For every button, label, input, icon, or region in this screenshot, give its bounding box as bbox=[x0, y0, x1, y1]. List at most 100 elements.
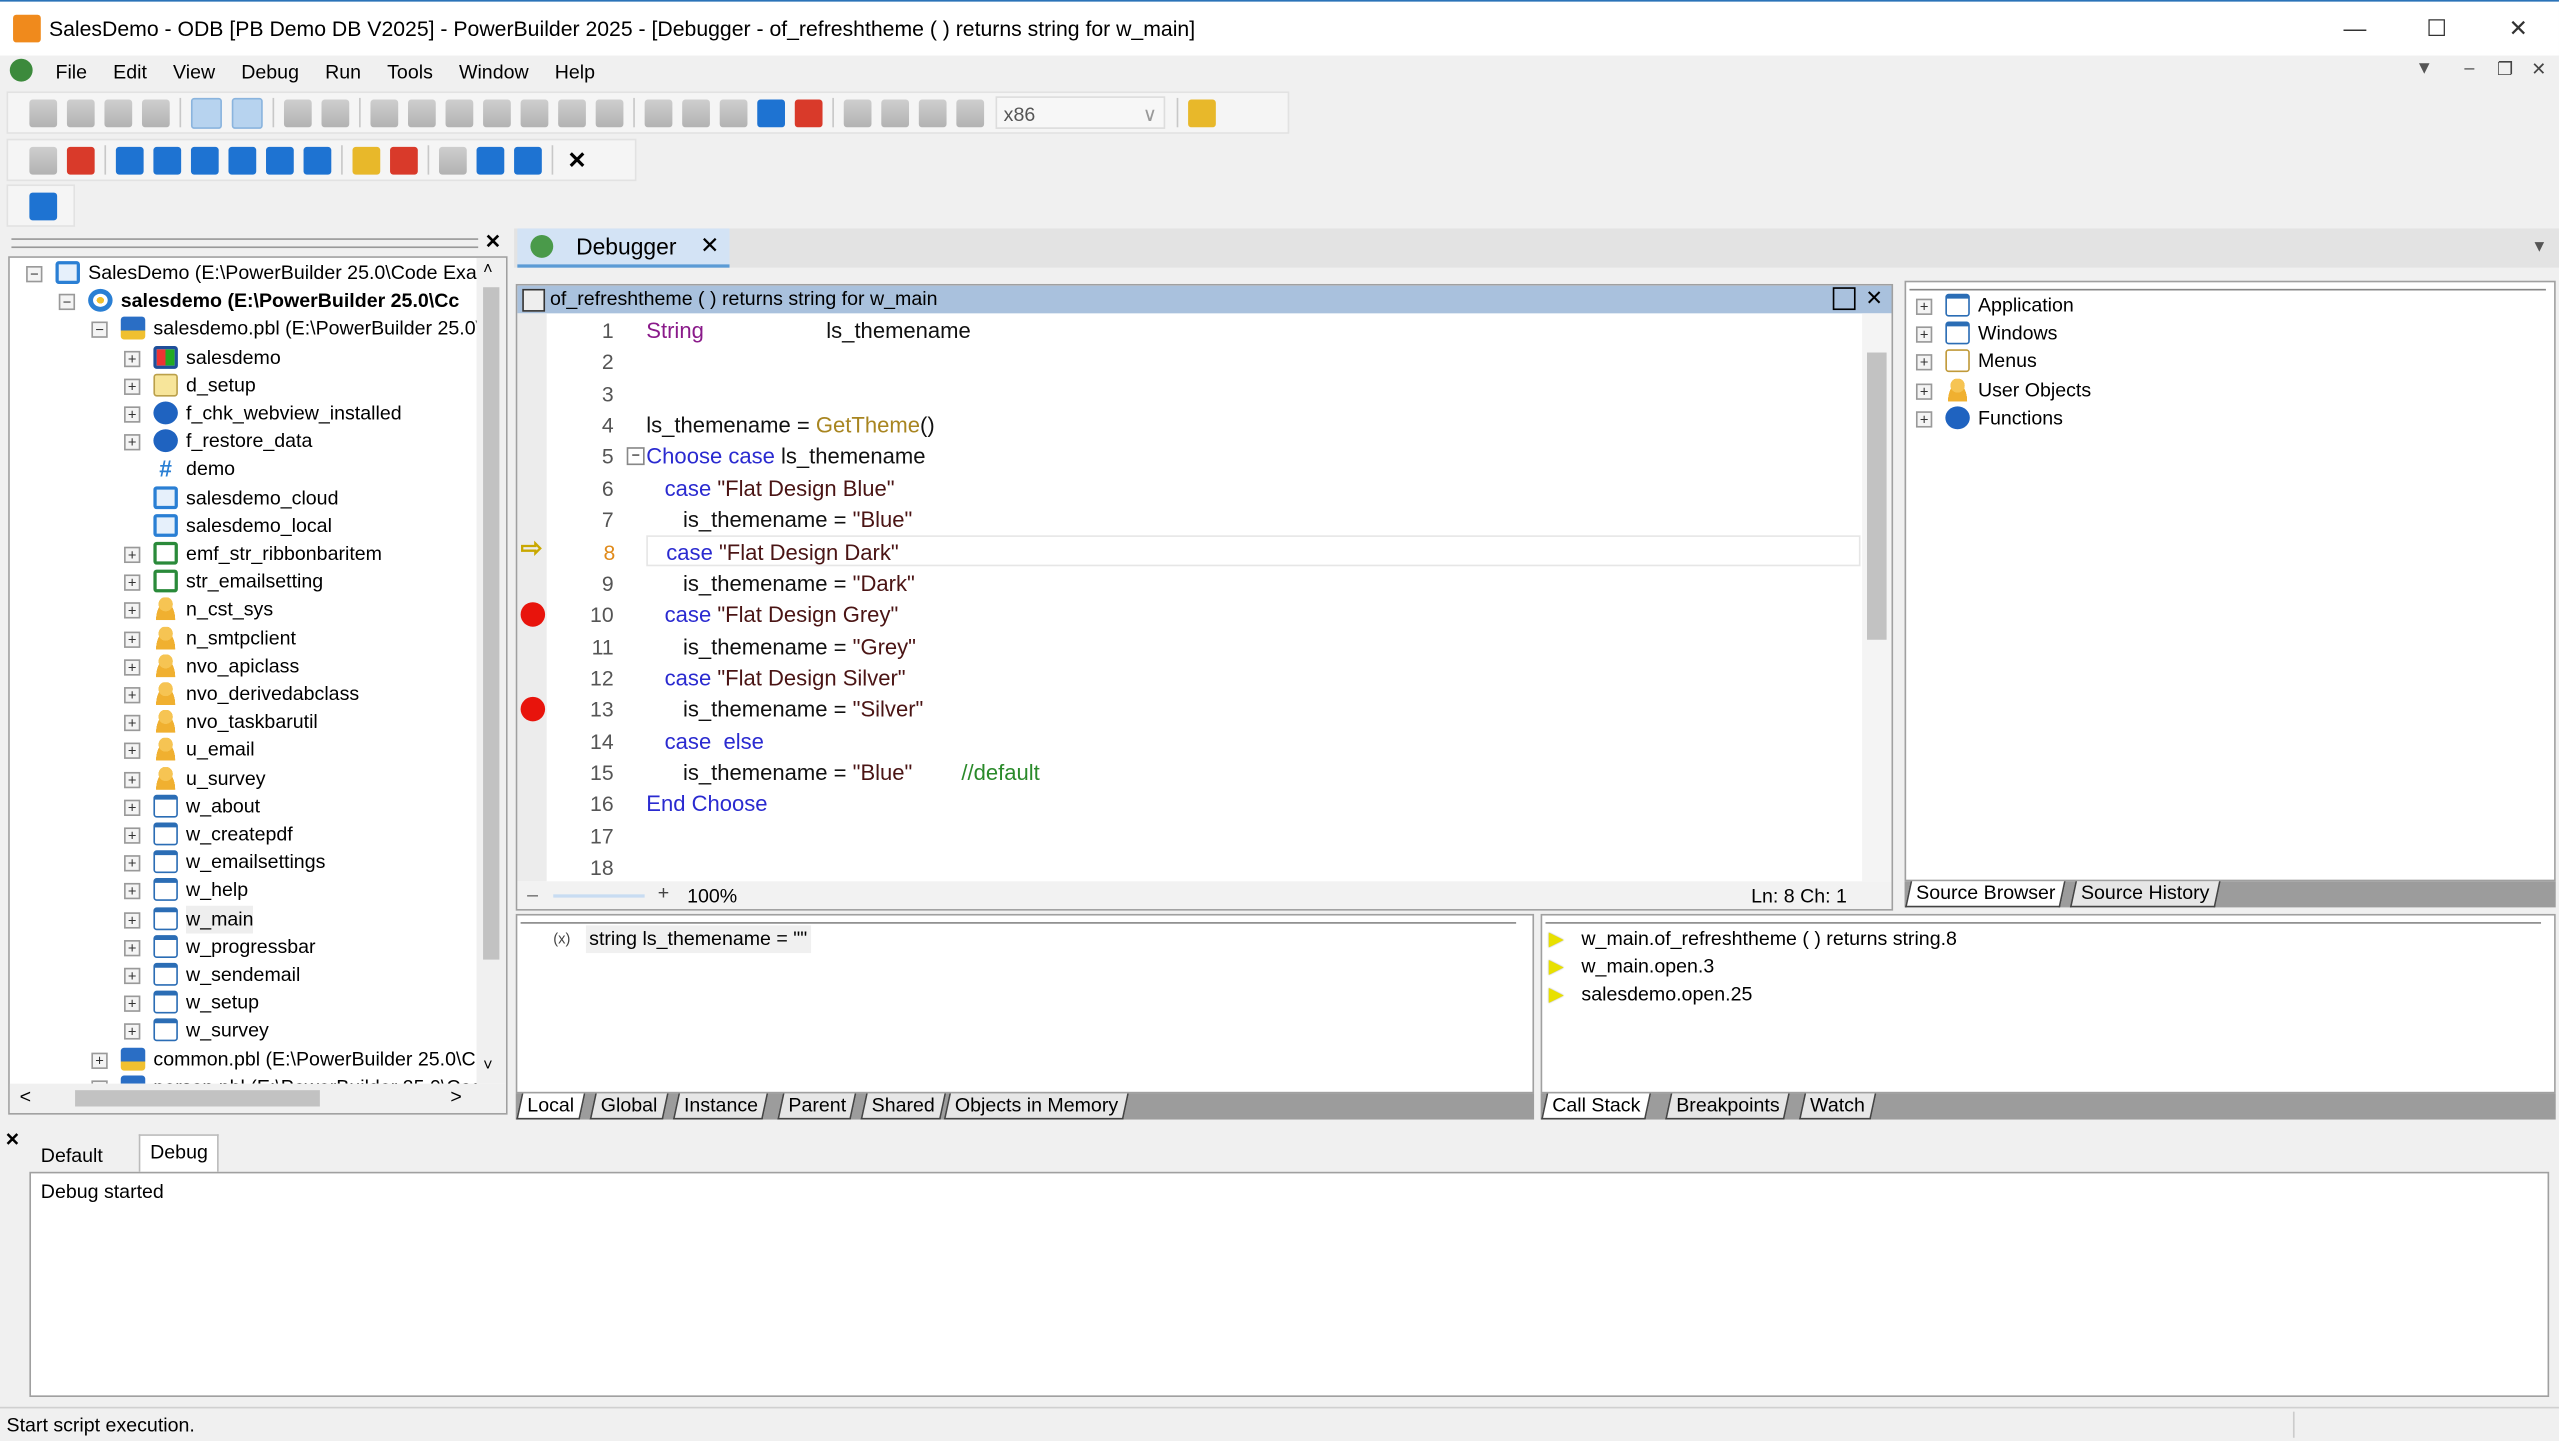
step-out-icon[interactable] bbox=[228, 146, 257, 174]
expand-icon[interactable]: + bbox=[91, 1051, 108, 1069]
tree-item[interactable]: − salesdemo (E:\PowerBuilder 25.0\Cc bbox=[10, 288, 477, 316]
close-window-button[interactable]: ✕ bbox=[2494, 15, 2543, 43]
menu-debug[interactable]: Debug bbox=[228, 57, 312, 86]
code-line[interactable]: 5 Choose case ls_themename bbox=[516, 441, 1835, 472]
tree-item[interactable]: + f_chk_webview_installed bbox=[10, 400, 477, 428]
tree-item[interactable]: + f_restore_data bbox=[10, 428, 477, 456]
zoom-out-button[interactable]: – bbox=[527, 883, 538, 906]
code-line[interactable]: 2 bbox=[516, 347, 1835, 378]
remote-icon[interactable] bbox=[719, 98, 748, 127]
expand-icon[interactable]: + bbox=[124, 883, 141, 900]
expand-icon[interactable]: + bbox=[124, 406, 141, 423]
menu-help[interactable]: Help bbox=[542, 57, 608, 86]
close-tab-icon[interactable]: ✕ bbox=[700, 232, 719, 260]
tab-shared[interactable]: Shared bbox=[860, 1093, 946, 1120]
code-line[interactable]: 4 ls_themename = GetTheme() bbox=[516, 410, 1835, 441]
maximize-button[interactable]: ☐ bbox=[2412, 15, 2461, 43]
tree-item[interactable]: # demo bbox=[10, 456, 477, 484]
tab-instance[interactable]: Instance bbox=[673, 1093, 770, 1120]
browse-icon[interactable] bbox=[408, 98, 436, 127]
menu-file[interactable]: File bbox=[42, 57, 100, 86]
code-line[interactable]: 6 case "Flat Design Blue" bbox=[516, 473, 1835, 504]
expand-icon[interactable]: + bbox=[124, 855, 141, 872]
code-line[interactable]: 16 End Choose bbox=[516, 789, 1835, 820]
new-icon[interactable] bbox=[29, 98, 58, 127]
remove-watch-icon[interactable] bbox=[476, 146, 505, 174]
code-line[interactable]: 17 bbox=[516, 820, 1835, 851]
tab-call-stack[interactable]: Call Stack bbox=[1541, 1093, 1652, 1120]
add-watch-icon[interactable] bbox=[439, 146, 467, 174]
mdi-minimize-button[interactable]: – bbox=[2464, 59, 2474, 79]
tab-breakpoints[interactable]: Breakpoints bbox=[1665, 1093, 1791, 1120]
code-line[interactable]: 15 is_themename = "Blue" //default bbox=[516, 757, 1835, 788]
tree-item[interactable]: + n_smtpclient bbox=[10, 624, 477, 652]
scroll-up-icon[interactable]: ˄ bbox=[483, 261, 493, 279]
tree-vertical-scrollbar[interactable]: ˄ ˅ bbox=[476, 257, 506, 1084]
tree-item[interactable]: + w_createpdf bbox=[10, 821, 477, 849]
open-icon[interactable] bbox=[104, 98, 133, 127]
tree-item[interactable]: + salesdemo bbox=[10, 344, 477, 372]
tree-item[interactable]: + w_progressbar bbox=[10, 933, 477, 961]
tree-item[interactable]: salesdemo_local bbox=[10, 512, 477, 540]
select-script-icon[interactable] bbox=[352, 146, 381, 174]
tree-item[interactable]: − salesdemo.pbl (E:\PowerBuilder 25.0\( bbox=[10, 316, 477, 344]
expand-icon[interactable]: + bbox=[124, 911, 141, 928]
expand-icon[interactable]: + bbox=[124, 630, 141, 648]
menu-window[interactable]: Window bbox=[446, 57, 542, 86]
collapse-icon[interactable]: − bbox=[91, 322, 108, 339]
code-line[interactable]: 9 is_themename = "Dark" bbox=[516, 568, 1835, 599]
menu-tools[interactable]: Tools bbox=[374, 57, 446, 86]
tree-item[interactable]: + nvo_derivedabclass bbox=[10, 681, 477, 709]
mdi-restore-button[interactable]: ❐ bbox=[2497, 59, 2513, 80]
tab-watch[interactable]: Watch bbox=[1799, 1093, 1876, 1120]
zoom-slider[interactable] bbox=[553, 894, 645, 898]
tree-item[interactable]: +person.pbl (E:\PowerBuilder 25.0\Cod bbox=[10, 1074, 477, 1084]
expand-icon[interactable]: + bbox=[124, 743, 141, 760]
expand-icon[interactable]: + bbox=[1915, 354, 1933, 372]
tab-parent[interactable]: Parent bbox=[776, 1093, 857, 1120]
tab-output-debug[interactable]: Debug bbox=[138, 1134, 220, 1172]
code-line[interactable]: 18 bbox=[516, 852, 1835, 883]
exit-icon[interactable] bbox=[1188, 98, 1216, 127]
maximize-pane-button[interactable] bbox=[1832, 287, 1856, 311]
export-icon[interactable] bbox=[231, 97, 263, 129]
code-line[interactable]: 3 bbox=[516, 378, 1835, 409]
edit-icon[interactable] bbox=[595, 98, 624, 127]
tab-global[interactable]: Global bbox=[589, 1093, 669, 1120]
code-line[interactable]: 13 is_themename = "Silver" bbox=[516, 694, 1835, 725]
tree-item[interactable]: + str_emailsetting bbox=[10, 568, 477, 596]
code-line[interactable]: 10 case "Flat Design Grey" bbox=[516, 599, 1835, 630]
tree-item[interactable]: + u_email bbox=[10, 737, 477, 765]
expand-icon[interactable]: + bbox=[124, 350, 141, 367]
expand-icon[interactable]: + bbox=[124, 1023, 141, 1041]
tab-debugger[interactable]: Debugger ✕ bbox=[517, 228, 730, 268]
expand-icon[interactable]: + bbox=[124, 715, 141, 732]
sql-icon[interactable] bbox=[483, 98, 511, 127]
tree-item[interactable]: + u_survey bbox=[10, 765, 477, 793]
code-line[interactable]: 11 is_themename = "Grey" bbox=[516, 631, 1835, 662]
expand-icon[interactable]: + bbox=[124, 602, 141, 620]
deploy-icon[interactable] bbox=[321, 98, 350, 127]
select-run-icon[interactable] bbox=[956, 98, 985, 127]
mdi-dropdown-icon[interactable]: ▼ bbox=[2415, 59, 2433, 79]
scroll-right-icon[interactable]: > bbox=[450, 1085, 461, 1108]
close-pane-button[interactable]: ✕ bbox=[1865, 286, 1883, 312]
database-icon[interactable] bbox=[558, 98, 586, 127]
tab-objects-in-memory[interactable]: Objects in Memory bbox=[944, 1093, 1130, 1120]
code-line[interactable]: 12 case "Flat Design Silver" bbox=[516, 662, 1835, 693]
expand-icon[interactable]: + bbox=[1915, 410, 1933, 428]
expand-icon[interactable]: + bbox=[1915, 298, 1933, 315]
tree-item[interactable]: + common.pbl (E:\PowerBuilder 25.0\Co bbox=[10, 1045, 477, 1073]
expand-icon[interactable]: + bbox=[1915, 326, 1933, 344]
continue-icon[interactable] bbox=[115, 146, 144, 174]
expand-icon[interactable]: + bbox=[124, 939, 141, 957]
collapse-icon[interactable]: − bbox=[58, 294, 76, 311]
edit-stops-icon[interactable] bbox=[390, 146, 418, 174]
run-to-cursor-icon[interactable] bbox=[266, 146, 294, 174]
expand-icon[interactable]: + bbox=[124, 658, 141, 676]
tab-list-dropdown-icon[interactable]: ▼ bbox=[2531, 238, 2547, 256]
expand-icon[interactable]: + bbox=[124, 546, 141, 564]
close-output-button[interactable]: ✕ bbox=[5, 1129, 20, 1151]
db-profile-icon[interactable] bbox=[520, 98, 549, 127]
step-in-icon[interactable] bbox=[153, 146, 182, 174]
